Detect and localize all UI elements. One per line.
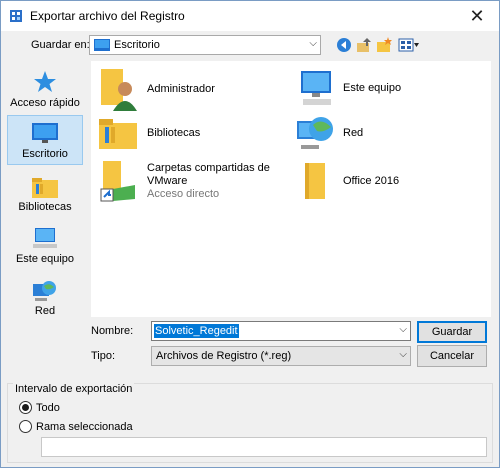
file-name: Este equipo <box>343 81 402 94</box>
file-name: Bibliotecas <box>147 126 201 139</box>
desktop-icon <box>32 123 58 143</box>
chevron-down-icon: ⌵ <box>309 38 317 49</box>
file-type-value: Archivos de Registro (*.reg) <box>156 350 292 362</box>
network-icon <box>33 281 56 301</box>
place-libraries[interactable]: Bibliotecas <box>7 167 83 217</box>
desktop-icon <box>94 39 110 51</box>
file-name-line1: Carpetas compartidas de <box>147 161 270 174</box>
radio-branch-label: Rama seleccionada <box>36 420 133 433</box>
up-folder-button[interactable] <box>355 36 373 54</box>
file-item-office-2016[interactable]: Office 2016 <box>297 161 399 201</box>
file-item-bibliotecas[interactable]: Bibliotecas <box>99 115 200 151</box>
radio-dot <box>19 420 32 433</box>
chevron-down-icon: ⌵ <box>399 349 407 360</box>
place-label: Acceso rápido <box>10 97 80 109</box>
cancel-button[interactable]: Cancelar <box>417 345 487 367</box>
export-range-title: Intervalo de exportación <box>13 383 135 395</box>
save-in-combo[interactable]: Escritorio ⌵ <box>89 35 321 55</box>
radio-all-label: Todo <box>36 401 60 414</box>
file-subtitle: Acceso directo <box>147 187 220 200</box>
type-label: Tipo: <box>91 350 116 362</box>
network-icon <box>297 117 333 149</box>
places-bar: Acceso rápido Escritorio Bibliotecas Est… <box>7 61 83 331</box>
folder-icon <box>305 163 325 199</box>
file-name: Red <box>343 126 364 139</box>
user-folder-icon <box>101 69 137 111</box>
place-label: Escritorio <box>22 148 68 160</box>
back-arrow-icon <box>337 38 351 52</box>
new-folder-button[interactable] <box>375 36 393 54</box>
file-item-administrador[interactable]: Administrador <box>99 67 215 111</box>
place-network[interactable]: Red <box>7 271 83 321</box>
computer-icon <box>301 71 331 105</box>
libraries-icon <box>32 178 58 198</box>
view-menu-icon <box>398 38 419 52</box>
file-name-input[interactable]: Solvetic_Regedit ⌵ <box>151 321 411 341</box>
up-folder-icon <box>357 38 371 52</box>
place-label: Red <box>34 305 56 317</box>
regedit-icon <box>10 10 22 22</box>
star-icon <box>34 71 56 92</box>
new-folder-icon <box>377 37 392 52</box>
file-name-line2: VMware <box>147 174 188 187</box>
close-button[interactable]: ✕ <box>455 1 499 31</box>
computer-icon <box>33 228 57 248</box>
file-item-red[interactable]: Red <box>297 113 363 153</box>
view-menu-button[interactable] <box>397 36 421 54</box>
title-bar: Exportar archivo del Registro ✕ <box>1 1 499 31</box>
place-label: Bibliotecas <box>18 201 72 213</box>
file-item-vmware-shared[interactable]: Carpetas compartidas de VMware Acceso di… <box>99 159 270 203</box>
libraries-icon <box>99 119 137 149</box>
file-item-este-equipo[interactable]: Este equipo <box>297 69 401 107</box>
shared-folder-shortcut-icon <box>100 161 135 202</box>
save-in-value: Escritorio <box>114 39 160 51</box>
radio-dot <box>19 401 32 414</box>
export-registry-dialog: Exportar archivo del Registro ✕ Guardar … <box>0 0 500 468</box>
file-name: Carpetas compartidas de VMware Acceso di… <box>147 162 270 201</box>
save-in-label: Guardar en: <box>31 39 90 51</box>
branch-path-input[interactable] <box>41 437 487 457</box>
radio-all[interactable]: Todo <box>19 401 60 414</box>
place-quick-access[interactable]: Acceso rápido <box>7 63 83 113</box>
place-this-pc[interactable]: Este equipo <box>7 219 83 269</box>
radio-selected-branch[interactable]: Rama seleccionada <box>19 420 133 433</box>
close-icon: ✕ <box>469 5 485 26</box>
file-name: Administrador <box>147 82 215 95</box>
file-name-value: Solvetic_Regedit <box>154 324 239 338</box>
name-label: Nombre: <box>91 325 134 337</box>
place-desktop[interactable]: Escritorio <box>7 115 83 165</box>
chevron-down-icon[interactable]: ⌵ <box>399 324 407 335</box>
back-button[interactable] <box>335 36 353 54</box>
file-type-select[interactable]: Archivos de Registro (*.reg) ⌵ <box>151 346 411 366</box>
place-label: Este equipo <box>15 253 75 265</box>
save-button[interactable]: Guardar <box>417 321 487 343</box>
file-list: Administrador Este equipo Bibliotecas Re… <box>91 61 491 317</box>
file-name: Office 2016 <box>343 174 400 187</box>
window-title: Exportar archivo del Registro <box>30 9 185 23</box>
